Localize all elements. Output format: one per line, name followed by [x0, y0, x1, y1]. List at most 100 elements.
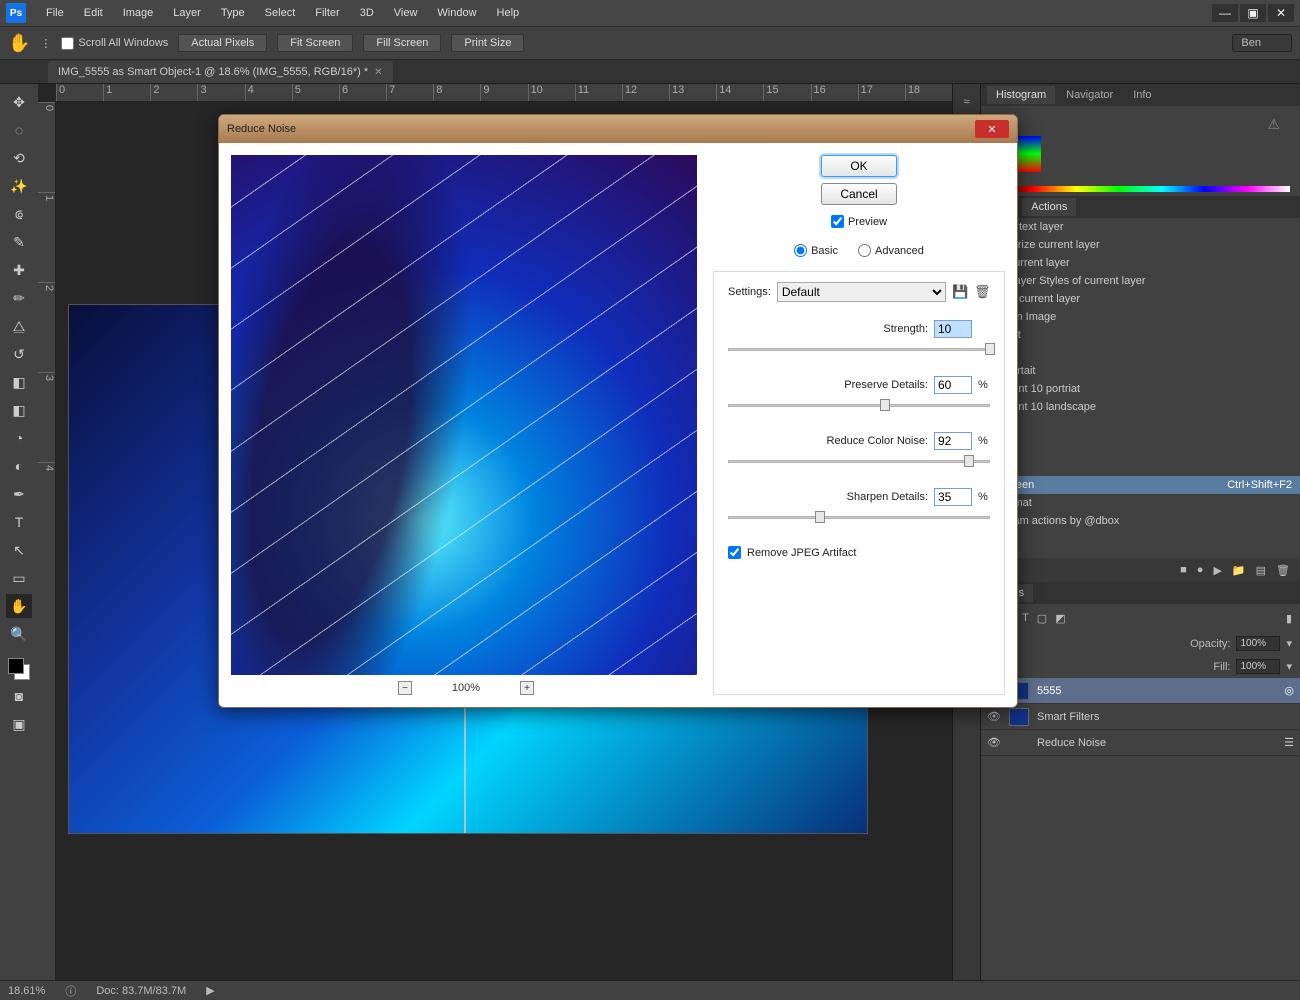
preview-checkbox[interactable]: Preview [831, 215, 887, 228]
remove-jpeg-checkbox[interactable]: Remove JPEG Artifact [728, 546, 990, 559]
status-zoom[interactable]: 18.61% [8, 985, 45, 997]
dialog-title-bar[interactable]: Reduce Noise ✕ [219, 115, 1017, 143]
filter-shape-icon[interactable]: ▢ [1037, 612, 1047, 625]
menu-image[interactable]: Image [113, 7, 164, 19]
action-row[interactable]: nt screenCtrl+Shift+F2 [981, 476, 1300, 494]
filter-options-icon[interactable]: ☰ [1284, 736, 1294, 749]
colornoise-field[interactable] [934, 432, 972, 450]
filter-smart-icon[interactable]: ◩ [1055, 612, 1065, 625]
type-tool-icon[interactable]: T [6, 510, 32, 534]
action-row[interactable]: Set Layer Styles of current layer [981, 272, 1300, 290]
menu-edit[interactable]: Edit [74, 7, 113, 19]
lasso-tool-icon[interactable]: ⟲ [6, 146, 32, 170]
layer-row[interactable]: 👁 5555 ◎ [981, 678, 1300, 704]
basic-radio[interactable]: Basic [794, 244, 838, 257]
action-row[interactable]: le format [981, 494, 1300, 512]
window-maximize[interactable]: ▣ [1240, 4, 1266, 22]
fill-screen-button[interactable]: Fill Screen [363, 34, 441, 52]
action-row[interactable]: Make text layer [981, 218, 1300, 236]
action-row[interactable]: ter portait [981, 362, 1300, 380]
move-tool-icon[interactable]: ✥ [6, 90, 32, 114]
print-size-button[interactable]: Print Size [451, 34, 524, 52]
action-row[interactable]: og [981, 458, 1300, 476]
action-row[interactable]: Move current layer [981, 290, 1300, 308]
action-row[interactable]: ize print 10 landscape [981, 398, 1300, 416]
fill-drop-icon[interactable]: ▾ [1286, 660, 1292, 673]
eraser-tool-icon[interactable]: ◧ [6, 370, 32, 394]
action-row[interactable]: Set current layer [981, 254, 1300, 272]
visibility-icon[interactable]: 👁 [987, 736, 1001, 749]
eyedropper-tool-icon[interactable]: ✎ [6, 230, 32, 254]
marquee-tool-icon[interactable]: ◌ [6, 118, 32, 142]
hand-tool-icon2[interactable]: ✋ [6, 594, 32, 618]
tab-navigator[interactable]: Navigator [1057, 86, 1122, 104]
smart-filters-row[interactable]: 👁 Smart Filters [981, 704, 1300, 730]
strength-slider[interactable] [728, 340, 990, 358]
window-minimize[interactable]: — [1212, 4, 1238, 22]
color-swatch[interactable] [8, 658, 30, 680]
menu-file[interactable]: File [36, 7, 74, 19]
dialog-close-button[interactable]: ✕ [975, 120, 1009, 138]
menu-window[interactable]: Window [427, 7, 486, 19]
gradient-tool-icon[interactable]: ◧ [6, 398, 32, 422]
ok-button[interactable]: OK [821, 155, 897, 177]
scroll-all-windows-checkbox[interactable]: Scroll All Windows [61, 37, 168, 50]
adjust-icon[interactable]: ≈ [963, 96, 969, 108]
strength-field[interactable] [934, 320, 972, 338]
warning-icon[interactable]: ⚠ [1267, 116, 1280, 133]
dodge-tool-icon[interactable]: ◐ [6, 454, 32, 478]
opacity-drop-icon[interactable]: ▾ [1286, 637, 1292, 650]
status-info-icon[interactable]: ⓘ [65, 983, 76, 999]
action-row[interactable]: dit [981, 422, 1300, 440]
opacity-field[interactable] [1236, 636, 1280, 651]
action-row[interactable]: Rasterize current layer [981, 236, 1300, 254]
blur-tool-icon[interactable]: ◔ [6, 426, 32, 450]
window-close[interactable]: ✕ [1268, 4, 1294, 22]
zoom-in-button[interactable]: + [520, 681, 534, 695]
trash-icon[interactable]: 🗑 [1276, 564, 1290, 577]
actual-pixels-button[interactable]: Actual Pixels [178, 34, 267, 52]
cancel-button[interactable]: Cancel [821, 183, 897, 205]
action-row[interactable]: Flatten Image [981, 308, 1300, 326]
dialog-preview-image[interactable] [231, 155, 697, 675]
filter-toggle-icon[interactable]: ▮ [1286, 612, 1292, 625]
preserve-field[interactable] [934, 376, 972, 394]
stop-icon[interactable]: ■ [1180, 564, 1187, 576]
document-tab[interactable]: IMG_5555 as Smart Object-1 @ 18.6% (IMG_… [48, 61, 393, 83]
action-row[interactable]: Close [981, 344, 1300, 362]
preserve-slider[interactable] [728, 396, 990, 414]
crop-tool-icon[interactable]: ⟃ [6, 202, 32, 226]
zoom-out-button[interactable]: − [398, 681, 412, 695]
path-select-tool-icon[interactable]: ↖ [6, 538, 32, 562]
menu-filter[interactable]: Filter [305, 7, 349, 19]
history-brush-tool-icon[interactable]: ↺ [6, 342, 32, 366]
shape-tool-icon[interactable]: ▭ [6, 566, 32, 590]
visibility-icon[interactable]: 👁 [987, 710, 1001, 723]
menu-3d[interactable]: 3D [350, 7, 384, 19]
record-icon[interactable]: ● [1197, 564, 1204, 576]
save-settings-icon[interactable]: 💾 [952, 284, 968, 300]
newfolder-icon[interactable]: 📁 [1232, 564, 1246, 577]
menu-select[interactable]: Select [255, 7, 306, 19]
tab-histogram[interactable]: Histogram [987, 86, 1055, 104]
tab-actions[interactable]: Actions [1022, 198, 1076, 216]
fill-field[interactable] [1236, 659, 1280, 674]
filter-row[interactable]: 👁 Reduce Noise ☰ [981, 730, 1300, 756]
action-row[interactable]: ize print 10 portriat [981, 380, 1300, 398]
tab-info[interactable]: Info [1124, 86, 1160, 104]
stamp-tool-icon[interactable]: ⧋ [6, 314, 32, 338]
screenmode-icon[interactable]: ▣ [6, 712, 32, 736]
menu-help[interactable]: Help [487, 7, 530, 19]
colornoise-slider[interactable] [728, 452, 990, 470]
workspace-select[interactable]: Ben [1232, 34, 1292, 52]
play-icon[interactable]: ▶ [1213, 564, 1221, 577]
close-tab-icon[interactable]: ✕ [374, 67, 382, 78]
menu-layer[interactable]: Layer [163, 7, 211, 19]
brush-tool-icon[interactable]: ✏ [6, 286, 32, 310]
zoom-tool-icon[interactable]: 🔍 [6, 622, 32, 646]
status-arrow-icon[interactable]: ▶ [206, 984, 214, 997]
quickmask-icon[interactable]: ◙ [6, 684, 32, 708]
newaction-icon[interactable]: ▤ [1256, 564, 1266, 577]
fit-screen-button[interactable]: Fit Screen [277, 34, 353, 52]
action-row[interactable]: Export [981, 326, 1300, 344]
